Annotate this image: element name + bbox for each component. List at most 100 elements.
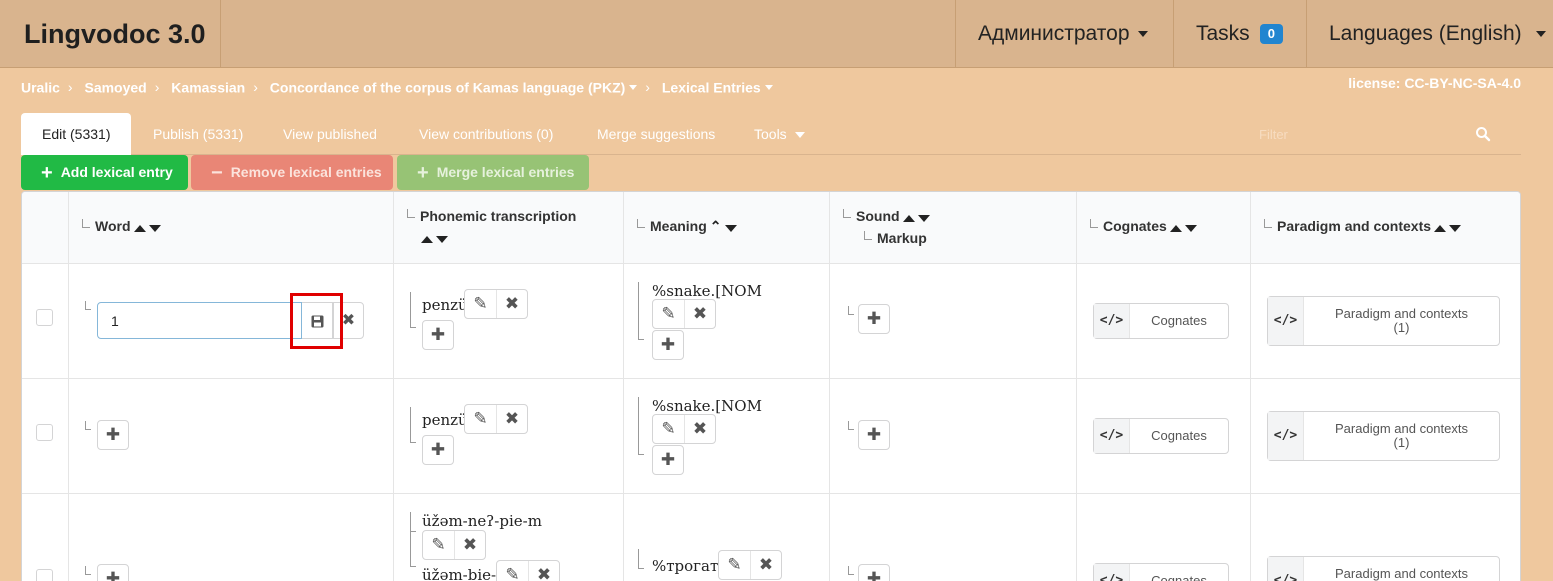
add-word-button[interactable]: ✚ [97,420,129,450]
tree-line-icon [848,421,854,430]
tree-line-icon [1090,219,1098,228]
breadcrumb-item[interactable]: Uralic [21,79,60,95]
add-word-button[interactable]: ✚ [97,564,129,581]
column-paradigm-label: Paradigm and contexts [1277,218,1432,234]
delete-button[interactable]: ✖ [496,290,527,318]
cognates-label: Cognates [1151,428,1207,443]
plus-icon: ✚ [105,425,121,444]
delete-button[interactable]: ✖ [750,551,781,579]
edit-icon: ✎ [431,535,446,554]
delete-button[interactable]: ✖ [454,531,485,559]
cognates-button[interactable]: </> Cognates [1093,563,1229,581]
sort-icon[interactable] [421,230,448,246]
breadcrumb-item[interactable]: Kamassian [171,79,245,95]
edit-button[interactable]: ✎ [423,531,454,559]
column-header-markup[interactable]: Markup [864,230,927,246]
paradigm-label-line: Paradigm and contexts [1335,566,1468,581]
chevron-down-icon[interactable] [764,84,773,90]
column-header-meaning[interactable]: Meaning ⌃ [637,218,737,235]
top-menu: Lingvodoc 3.0 Администратор Tasks 0 Langu… [0,0,1553,68]
tasks-menu[interactable]: Tasks 0 [1173,0,1306,68]
tree-line-icon [410,292,416,328]
tree-line-icon [637,219,645,228]
cognates-button[interactable]: </> Cognates [1093,303,1229,339]
chevron-down-icon[interactable] [629,84,638,90]
tree-line-icon [410,532,416,567]
sort-icon[interactable] [133,219,161,235]
breadcrumb-item[interactable]: Lexical Entries [662,79,761,95]
plus-icon: + [417,162,429,184]
add-lexical-entry-button[interactable]: + Add lexical entry [21,155,188,190]
sort-icon[interactable] [1434,219,1462,235]
add-phonemic-button[interactable]: ✚ [422,435,454,465]
column-header-phonemic[interactable]: Phonemic transcription [407,208,576,246]
user-menu-label: Администратор [978,22,1130,45]
add-sound-button[interactable]: ✚ [858,420,890,450]
add-meaning-button[interactable]: ✚ [652,445,684,475]
row-checkbox[interactable] [36,569,53,581]
sort-icon[interactable] [1169,219,1197,235]
edit-icon: ✎ [473,409,488,428]
phonemic-value: üžəm-bie-l [422,566,501,581]
column-header-sound[interactable]: Sound [843,208,930,225]
search-icon[interactable] [1475,126,1491,142]
delete-button[interactable]: ✖ [684,300,715,328]
column-header-word[interactable]: Word [82,218,161,235]
word-input[interactable] [97,302,302,339]
tree-line-icon [843,209,851,218]
tab-tools[interactable]: Tools [754,113,805,155]
cognates-button[interactable]: </> Cognates [1093,418,1229,454]
paradigm-label: Paradigm and contexts (1) [1304,307,1499,335]
paradigm-label: Paradigm and contexts (1) [1304,422,1499,450]
user-menu[interactable]: Администратор [955,0,1173,68]
plus-icon: ✚ [430,325,446,344]
phonemic-value: penzü [422,411,468,429]
edit-button[interactable]: ✎ [653,415,684,443]
column-header-cognates[interactable]: Cognates [1090,218,1197,235]
tab-view-contributions[interactable]: View contributions (0) [419,113,553,155]
paradigm-button[interactable]: </> Paradigm and contexts (1) [1267,296,1500,346]
close-icon: ✖ [536,565,552,581]
delete-button[interactable]: ✖ [528,561,559,581]
plus-icon: ✚ [660,450,676,469]
edit-button[interactable]: ✎ [465,405,496,433]
add-phonemic-button[interactable]: ✚ [422,320,454,350]
paradigm-button[interactable]: </> Paradigm and contexts [1267,556,1500,581]
row-checkbox[interactable] [36,309,53,326]
delete-button[interactable]: ✖ [496,405,527,433]
sort-icon[interactable] [902,209,930,225]
edit-button[interactable]: ✎ [497,561,528,581]
lexical-entries-table: Word Phonemic transcription Meaning ⌃ Sou… [21,191,1521,581]
sort-icon[interactable]: ⌃ [710,219,737,235]
remove-lexical-entries-button[interactable]: − Remove lexical entries [191,155,393,190]
delete-button[interactable]: ✖ [684,415,715,443]
edit-button[interactable]: ✎ [719,551,750,579]
close-icon: ✖ [692,419,708,438]
minus-icon: − [211,162,223,184]
add-sound-button[interactable]: ✚ [858,304,890,334]
tab-edit[interactable]: Edit (5331) [21,113,132,155]
column-word-label: Word [95,218,131,234]
add-sound-button[interactable]: ✚ [858,564,890,581]
paradigm-button[interactable]: </> Paradigm and contexts (1) [1267,411,1500,461]
breadcrumb-item[interactable]: Concordance of the corpus of Kamas langu… [270,79,626,95]
app-title[interactable]: Lingvodoc 3.0 [0,0,221,68]
chevron-right-icon: › [253,79,258,96]
merge-lexical-entries-button[interactable]: + Merge lexical entries [397,155,589,190]
tab-merge-suggestions[interactable]: Merge suggestions [597,113,715,155]
column-header-paradigm[interactable]: Paradigm and contexts [1264,218,1462,235]
filter-input[interactable] [1259,113,1489,155]
edit-button[interactable]: ✎ [465,290,496,318]
breadcrumb-item[interactable]: Samoyed [84,79,146,95]
languages-menu[interactable]: Languages (English) [1306,0,1553,68]
close-icon: ✖ [462,535,478,554]
phonemic-actions: ✎ ✖ [496,560,560,581]
license-label: license: CC-BY-NC-SA-4.0 [1348,75,1521,91]
close-icon: ✖ [504,294,520,313]
row-checkbox[interactable] [36,424,53,441]
add-meaning-button[interactable]: ✚ [652,330,684,360]
edit-button[interactable]: ✎ [653,300,684,328]
tab-publish[interactable]: Publish (5331) [153,113,243,155]
tab-view-published[interactable]: View published [283,113,377,155]
tree-line-icon [85,301,91,310]
